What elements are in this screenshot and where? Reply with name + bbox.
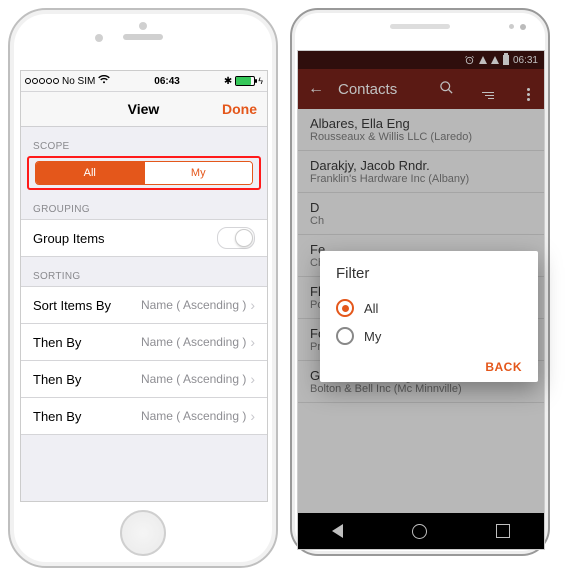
grouping-header: GROUPING — [21, 190, 267, 219]
sort-row-value: Name ( Ascending ) — [141, 372, 246, 386]
wifi-icon — [98, 75, 110, 87]
sort-row-3[interactable]: Then By Name ( Ascending ) › — [21, 398, 267, 435]
sort-icon[interactable] — [482, 80, 494, 99]
home-button[interactable] — [120, 510, 166, 556]
chevron-right-icon: › — [250, 408, 255, 424]
contact-subtitle: Rousseaux & Willis LLC (Laredo) — [310, 131, 532, 143]
ios-content: SCOPE All My GROUPING Group Items SORTIN… — [21, 127, 267, 501]
sort-row-value: Name ( Ascending ) — [141, 298, 246, 312]
search-icon[interactable] — [439, 80, 454, 98]
ios-nav-bar: View Done — [21, 92, 267, 127]
group-items-label: Group Items — [33, 231, 105, 246]
android-screen: 06:31 ← Contacts Albares, Ella Eng Rouss… — [297, 50, 545, 550]
clock: 06:43 — [154, 76, 180, 87]
done-button[interactable]: Done — [222, 101, 257, 117]
toolbar-title: Contacts — [338, 81, 397, 98]
android-nav-bar — [298, 513, 544, 549]
ios-status-bar: No SIM 06:43 ✱ ϟ — [21, 71, 267, 92]
sensor — [509, 24, 514, 29]
charging-icon: ϟ — [258, 76, 263, 86]
nav-recent-icon[interactable] — [496, 524, 510, 538]
filter-dialog: Filter All My BACK — [320, 251, 538, 382]
option-label: All — [364, 301, 378, 316]
sort-row-label: Then By — [33, 335, 81, 350]
front-camera — [95, 34, 103, 42]
filter-option-my[interactable]: My — [336, 322, 522, 350]
scope-option-my[interactable]: My — [144, 162, 253, 184]
sort-row-value: Name ( Ascending ) — [141, 335, 246, 349]
scope-highlight: All My — [27, 156, 261, 190]
overflow-menu-icon[interactable] — [522, 78, 534, 101]
sort-row-label: Then By — [33, 409, 81, 424]
phone-speaker — [390, 24, 450, 29]
ios-screen: No SIM 06:43 ✱ ϟ View Done SCOPE All — [20, 70, 268, 502]
phone-speaker — [123, 34, 163, 40]
list-item[interactable]: Darakjy, Jacob Rndr. Franklin's Hardware… — [298, 151, 544, 193]
group-items-switch[interactable] — [217, 227, 255, 249]
back-arrow-icon[interactable]: ← — [308, 80, 324, 98]
radio-icon — [336, 327, 354, 345]
android-device: 06:31 ← Contacts Albares, Ella Eng Rouss… — [290, 8, 550, 556]
chevron-right-icon: › — [250, 371, 255, 387]
sort-row-2[interactable]: Then By Name ( Ascending ) › — [21, 361, 267, 398]
contact-name: D — [310, 200, 532, 215]
sort-row-label: Sort Items By — [33, 298, 111, 313]
dialog-title: Filter — [336, 265, 522, 282]
sort-row-value: Name ( Ascending ) — [141, 409, 246, 423]
radio-icon — [336, 299, 354, 317]
signal-dots — [25, 78, 59, 84]
contact-name: Darakjy, Jacob Rndr. — [310, 158, 532, 173]
toolbar: ← Contacts — [298, 69, 544, 109]
clock: 06:31 — [513, 55, 538, 66]
list-item[interactable]: Albares, Ella Eng Rousseaux & Willis LLC… — [298, 109, 544, 151]
sorting-header: SORTING — [21, 257, 267, 286]
sort-row-1[interactable]: Then By Name ( Ascending ) › — [21, 324, 267, 361]
sort-row-0[interactable]: Sort Items By Name ( Ascending ) › — [21, 286, 267, 324]
scope-option-all[interactable]: All — [36, 162, 144, 184]
iphone-device: No SIM 06:43 ✱ ϟ View Done SCOPE All — [8, 8, 278, 568]
contact-subtitle: Franklin's Hardware Inc (Albany) — [310, 173, 532, 185]
filter-option-all[interactable]: All — [336, 294, 522, 322]
group-items-row[interactable]: Group Items — [21, 219, 267, 257]
scope-header: SCOPE — [21, 127, 267, 156]
proximity-sensor — [139, 22, 147, 30]
battery-icon — [503, 55, 509, 65]
scope-segmented-control[interactable]: All My — [35, 161, 253, 185]
battery-icon — [235, 76, 255, 86]
carrier-label: No SIM — [62, 76, 95, 87]
nav-back-icon[interactable] — [332, 524, 343, 538]
chevron-right-icon: › — [250, 297, 255, 313]
android-status-bar: 06:31 — [298, 51, 544, 69]
bluetooth-icon: ✱ — [224, 76, 232, 87]
contact-subtitle: Bolton & Bell Inc (Mc Minnville) — [310, 383, 532, 395]
dialog-back-button[interactable]: BACK — [485, 360, 522, 374]
page-title: View — [128, 101, 160, 117]
nav-home-icon[interactable] — [412, 524, 427, 539]
front-camera — [520, 24, 526, 30]
list-item[interactable]: D Ch — [298, 193, 544, 235]
contact-name: Albares, Ella Eng — [310, 116, 532, 131]
signal-icon — [479, 56, 487, 64]
contact-subtitle: Ch — [310, 215, 532, 227]
alarm-icon — [464, 55, 475, 66]
signal-icon-2 — [491, 56, 499, 64]
chevron-right-icon: › — [250, 334, 255, 350]
sort-row-label: Then By — [33, 372, 81, 387]
option-label: My — [364, 329, 381, 344]
